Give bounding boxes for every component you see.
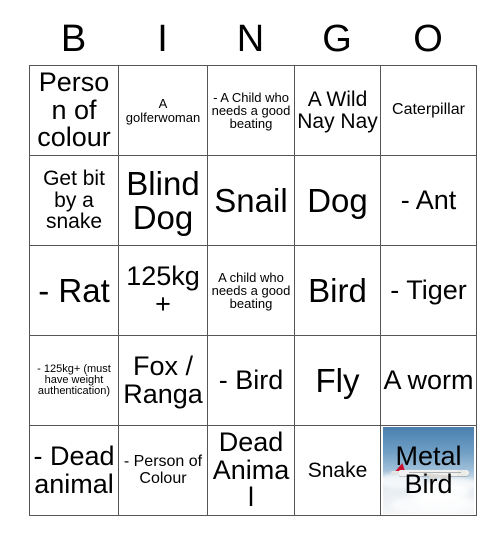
bingo-cell[interactable]: Caterpillar (380, 65, 477, 156)
bingo-row: - 125kg+ (must have weight authenticatio… (29, 335, 477, 426)
bingo-card: B I N G O Person of colour A golferwoman… (29, 13, 477, 516)
bingo-row: - Dead animal - Person of Colour Dead An… (29, 425, 477, 516)
bingo-grid: Person of colour A golferwoman - A Child… (29, 65, 477, 516)
bingo-cell-text: Dead Animal (212, 427, 290, 513)
bingo-cell[interactable]: A worm (380, 335, 477, 426)
bingo-row: Get bit by a snake Blind Dog Snail Dog -… (29, 155, 477, 246)
bingo-cell[interactable]: Blind Dog (118, 155, 208, 246)
bingo-cell[interactable]: - Tiger (380, 245, 477, 336)
bingo-header-row: B I N G O (29, 13, 476, 65)
bingo-cell[interactable]: Snake (294, 425, 381, 516)
bingo-cell[interactable]: - Rat (29, 245, 119, 336)
bingo-cell-text: A golferwoman (125, 96, 201, 125)
header-letter-i: I (157, 18, 168, 60)
bingo-cell-text: Snake (307, 458, 368, 482)
bingo-cell-text: Bird (308, 271, 367, 309)
bingo-cell-text: A child who needs a good beating (211, 269, 291, 312)
bingo-cell[interactable]: 125kg+ (118, 245, 208, 336)
bingo-cell[interactable]: Fox / Ranga (118, 335, 208, 426)
bingo-cell-text: - Ant (400, 184, 457, 215)
bingo-cell[interactable]: Get bit by a snake (29, 155, 119, 246)
bingo-cell-text: Get bit by a snake (43, 167, 105, 234)
header-letter-n: N (236, 18, 265, 60)
bingo-cell[interactable]: - 125kg+ (must have weight authenticatio… (29, 335, 119, 426)
bingo-cell-text: - 125kg+ (must have weight authenticatio… (37, 362, 111, 398)
bingo-cell[interactable]: Snail (207, 155, 295, 246)
header-letter-b: B (60, 18, 87, 60)
bingo-cell[interactable]: Fly (294, 335, 381, 426)
bingo-cell-text: - Rat (38, 271, 110, 309)
bingo-cell[interactable]: - Bird (207, 335, 295, 426)
bingo-cell-text: Dog (307, 181, 368, 219)
bingo-cell-text: - Tiger (390, 274, 467, 305)
bingo-cell-text: - Bird (218, 364, 284, 395)
bingo-cell[interactable]: Dog (294, 155, 381, 246)
bingo-cell[interactable]: - Dead animal (29, 425, 119, 516)
bingo-cell[interactable]: - Person of Colour (118, 425, 208, 516)
bingo-cell-text: Person of colour (37, 67, 111, 153)
bingo-cell-metal-bird[interactable]: Metal Bird (380, 425, 477, 516)
bingo-cell-text: A worm (383, 364, 474, 395)
bingo-cell[interactable]: Bird (294, 245, 381, 336)
bingo-cell-text: Fox / Ranga (123, 350, 203, 409)
bingo-cell-text: 125kg+ (126, 260, 200, 319)
airplane-photo: Metal Bird (383, 427, 474, 514)
bingo-row: - Rat 125kg+ A child who needs a good be… (29, 245, 477, 336)
bingo-cell-text: Snail (214, 181, 288, 219)
bingo-cell-text: Fly (315, 361, 360, 399)
bingo-cell[interactable]: - A Child who needs a good beating (207, 65, 295, 156)
bingo-cell[interactable]: Dead Animal (207, 425, 295, 516)
bingo-cell[interactable]: Person of colour (29, 65, 119, 156)
bingo-cell-text: - A Child who needs a good beating (211, 89, 291, 132)
bingo-cell-text: Blind Dog (126, 164, 200, 236)
bingo-cell[interactable]: A golferwoman (118, 65, 208, 156)
header-letter-o: O (413, 18, 443, 60)
bingo-cell[interactable]: A child who needs a good beating (207, 245, 295, 336)
bingo-cell-text: - Person of Colour (123, 453, 203, 487)
header-letter-g: G (322, 18, 352, 60)
bingo-cell-text: Metal Bird (395, 440, 462, 499)
bingo-cell-text: Caterpillar (392, 101, 465, 119)
bingo-cell[interactable]: A Wild Nay Nay (294, 65, 381, 156)
bingo-cell[interactable]: - Ant (380, 155, 477, 246)
bingo-row: Person of colour A golferwoman - A Child… (29, 65, 477, 156)
bingo-cell-text: - Dead animal (33, 440, 115, 499)
bingo-cell-text: A Wild Nay Nay (297, 88, 378, 133)
